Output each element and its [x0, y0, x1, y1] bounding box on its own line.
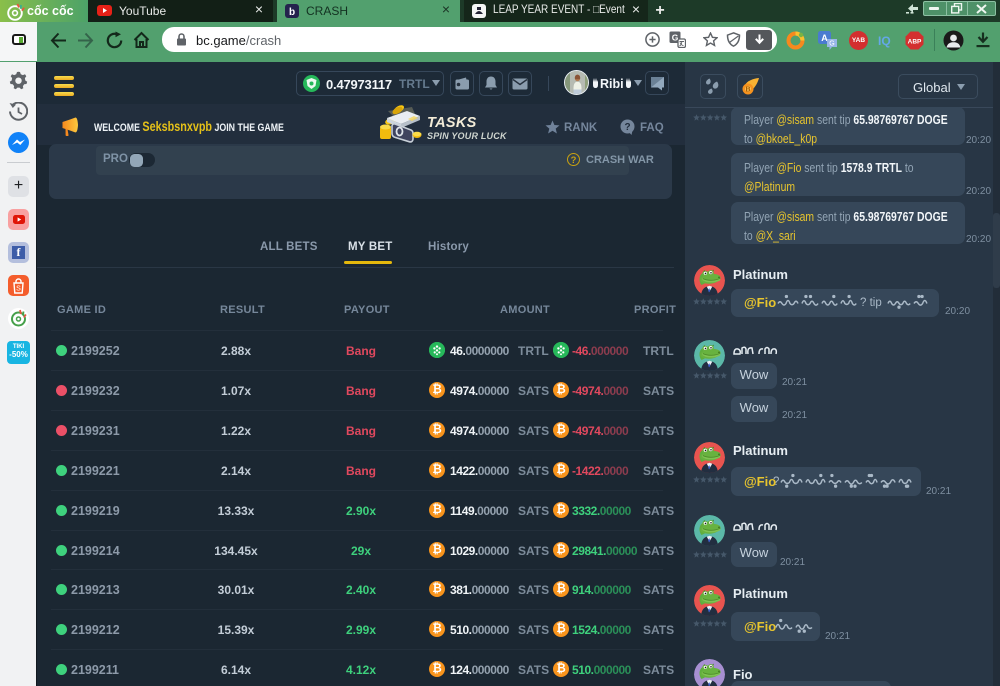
- svg-text:ABP: ABP: [908, 39, 922, 46]
- svg-text:? tip: ? tip: [860, 297, 882, 309]
- svg-text:B: B: [745, 87, 750, 94]
- svg-text:?: ?: [624, 122, 630, 133]
- svg-text:S: S: [16, 286, 21, 293]
- svg-text:b: b: [289, 7, 295, 18]
- svg-text:?: ?: [773, 476, 779, 488]
- svg-text:G: G: [829, 41, 834, 48]
